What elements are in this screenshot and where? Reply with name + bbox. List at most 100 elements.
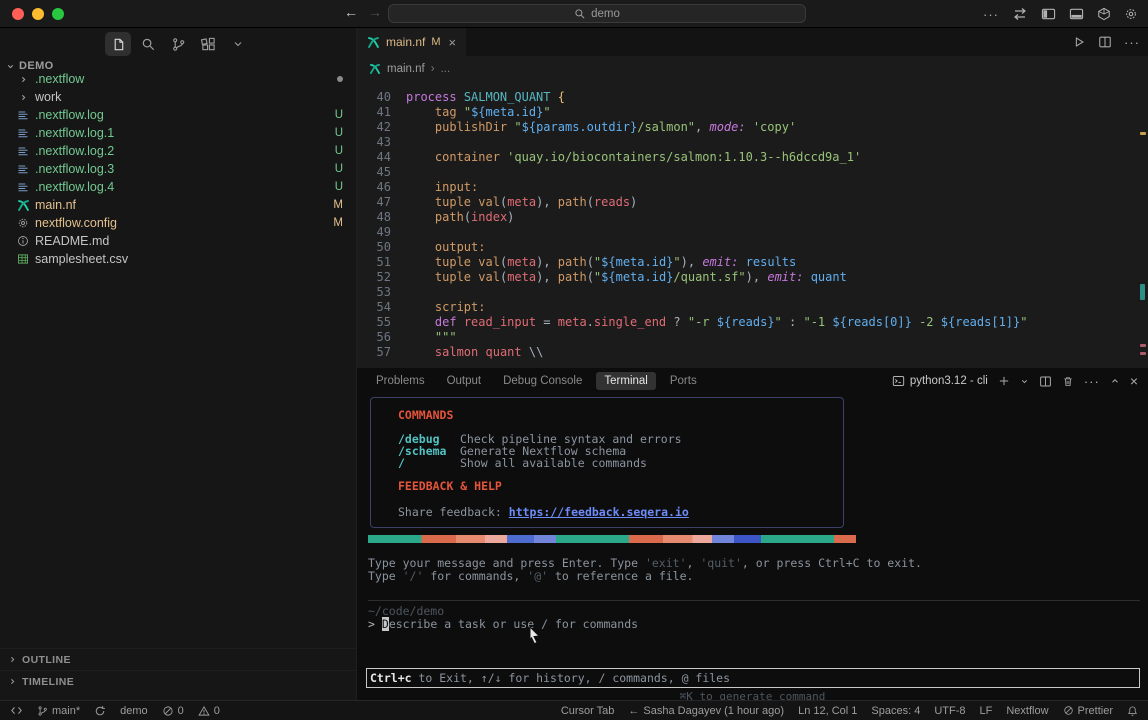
statusbar-item-prettier[interactable]: Prettier — [1063, 705, 1113, 717]
line-number: 55 — [357, 315, 391, 330]
panel-tab-problems[interactable]: Problems — [368, 372, 433, 390]
sidebar-section-timeline[interactable]: TIMELINE — [0, 670, 357, 692]
extensions-icon[interactable] — [195, 32, 221, 56]
tab-main-nf[interactable]: main.nf M × — [357, 28, 466, 56]
split-terminal-icon[interactable] — [1039, 375, 1052, 388]
statusbar-item-sasha[interactable]: ←Sasha Dagayev (1 hour ago) — [628, 705, 784, 717]
feedback-link[interactable]: https://feedback.seqera.io — [509, 505, 689, 519]
terminal-hint-line: Type your message and press Enter. Type … — [368, 556, 922, 570]
panel-tab-output[interactable]: Output — [439, 372, 490, 390]
tab-label: main.nf — [386, 35, 425, 49]
breadcrumb[interactable]: main.nf › ... — [357, 56, 1148, 82]
customize-layout-icon[interactable] — [1097, 7, 1111, 21]
statusbar-item-0[interactable]: 0 — [162, 705, 184, 717]
code-line: 40process SALMON_QUANT { — [357, 90, 1148, 105]
file-tree-item[interactable]: main.nfM — [0, 196, 357, 214]
panel-tab-terminal[interactable]: Terminal — [596, 372, 655, 390]
traffic-light-zoom-button[interactable] — [52, 8, 64, 20]
sidebar: DEMO .nextflowwork.nextflow.logU.nextflo… — [0, 28, 357, 700]
toggle-panel-icon[interactable] — [1069, 7, 1084, 21]
window-search[interactable]: demo — [388, 4, 806, 23]
line-number: 56 — [357, 330, 391, 345]
layout-toggle-arrows-icon[interactable] — [1012, 7, 1028, 21]
run-icon[interactable] — [1072, 35, 1086, 49]
code-text: tag "${meta.id}" — [406, 105, 551, 120]
statusbar-item-ln[interactable]: Ln 12, Col 1 — [798, 705, 857, 717]
code-text: output: — [406, 240, 485, 255]
traffic-light-minimize-button[interactable] — [32, 8, 44, 20]
file-name: README.md — [35, 234, 109, 248]
file-tree-item[interactable]: .nextflow.logU — [0, 106, 357, 124]
statusbar-item-main[interactable]: main* — [37, 705, 80, 717]
file-tree-item[interactable]: .nextflow.log.2U — [0, 142, 357, 160]
toggle-sidebar-icon[interactable] — [1041, 7, 1056, 21]
statusbar-item-cursor[interactable]: Cursor Tab — [561, 705, 615, 717]
statusbar-item[interactable] — [94, 705, 106, 717]
terminal-prompt-input[interactable]: > Describe a task or use / for commands — [368, 617, 638, 631]
statusbar-item-0[interactable]: 0 — [198, 705, 220, 717]
git-status-badge: U — [335, 127, 343, 139]
command-name: / — [398, 457, 460, 469]
terminal-dropdown-chevron-icon[interactable] — [1020, 377, 1029, 386]
log-icon — [14, 181, 32, 193]
tab-close-icon[interactable]: × — [449, 35, 457, 50]
scrollbar-thumb[interactable] — [1140, 284, 1145, 300]
file-tree-item[interactable]: .nextflow.log.4U — [0, 178, 357, 196]
line-number: 48 — [357, 210, 391, 225]
line-number: 41 — [357, 105, 391, 120]
code-line: 47 tuple val(meta), path(reads) — [357, 195, 1148, 210]
code-line: 54 script: — [357, 300, 1148, 315]
line-number: 44 — [357, 150, 391, 165]
sidebar-section-outline[interactable]: OUTLINE — [0, 648, 357, 670]
terminal-view[interactable]: COMMANDS /debugCheck pipeline syntax and… — [357, 394, 1148, 700]
new-terminal-plus-icon[interactable] — [998, 375, 1010, 387]
terminal-instance-chip[interactable]: python3.12 - cli — [892, 375, 988, 387]
search-icon — [574, 8, 586, 20]
editor-more-actions-icon[interactable]: ··· — [1124, 36, 1140, 49]
split-editor-icon[interactable] — [1098, 35, 1112, 49]
code-editor[interactable]: 40process SALMON_QUANT {41 tag "${meta.i… — [357, 82, 1148, 368]
file-tree-item[interactable]: work — [0, 88, 357, 106]
panel-more-actions-icon[interactable]: ··· — [1084, 375, 1100, 388]
settings-gear-icon[interactable] — [1124, 7, 1138, 21]
nextflow-icon — [369, 63, 381, 75]
feedback-line: Share feedback: https://feedback.seqera.… — [398, 505, 843, 519]
editor-area: main.nf M × ··· main.n — [357, 28, 1148, 700]
file-tree-item[interactable]: README.md — [0, 232, 357, 250]
file-tree-item[interactable]: .nextflow.log.1U — [0, 124, 357, 142]
kill-terminal-trash-icon[interactable] — [1062, 375, 1074, 388]
code-text: path(index) — [406, 210, 514, 225]
explorer-icon[interactable] — [105, 32, 131, 56]
file-tree-item[interactable]: .nextflow.log.3U — [0, 160, 357, 178]
file-tree-item[interactable]: .nextflow — [0, 70, 357, 88]
maximize-panel-chevron-up-icon[interactable] — [1110, 376, 1120, 386]
statusbar-item[interactable] — [1127, 705, 1138, 717]
statusbar-item-lf[interactable]: LF — [980, 705, 993, 717]
statusbar-item-spaces[interactable]: Spaces: 4 — [871, 705, 920, 717]
statusbar-item[interactable] — [10, 705, 23, 716]
git-status-badge: U — [335, 181, 343, 193]
traffic-light-close-button[interactable] — [12, 8, 24, 20]
history-forward-icon[interactable]: → — [368, 4, 382, 20]
code-line: 49 — [357, 225, 1148, 240]
statusbar-item-utf8[interactable]: UTF-8 — [934, 705, 965, 717]
close-panel-icon[interactable]: × — [1130, 373, 1138, 389]
panel-tab-debug-console[interactable]: Debug Console — [495, 372, 590, 390]
code-text: process SALMON_QUANT { — [406, 90, 565, 105]
code-line: 57 salmon quant \\ — [357, 345, 1148, 360]
sidebar-section-label: TIMELINE — [22, 676, 74, 688]
titlebar-more-icon[interactable]: ··· — [983, 8, 999, 21]
panel-tab-ports[interactable]: Ports — [662, 372, 705, 390]
source-control-icon[interactable] — [165, 32, 191, 56]
statusbar-item-nextflow[interactable]: Nextflow — [1006, 705, 1048, 717]
file-tree-item[interactable]: samplesheet.csv — [0, 250, 357, 268]
history-back-icon[interactable]: ← — [344, 4, 358, 20]
search-view-icon[interactable] — [135, 32, 161, 56]
file-tree-item[interactable]: nextflow.configM — [0, 214, 357, 232]
code-text: """ — [406, 330, 457, 345]
more-views-chevron-down-icon[interactable] — [225, 32, 251, 56]
line-number: 51 — [357, 255, 391, 270]
statusbar-item-demo[interactable]: demo — [120, 705, 148, 717]
brand-stripe — [368, 535, 856, 543]
code-text: script: — [406, 300, 485, 315]
